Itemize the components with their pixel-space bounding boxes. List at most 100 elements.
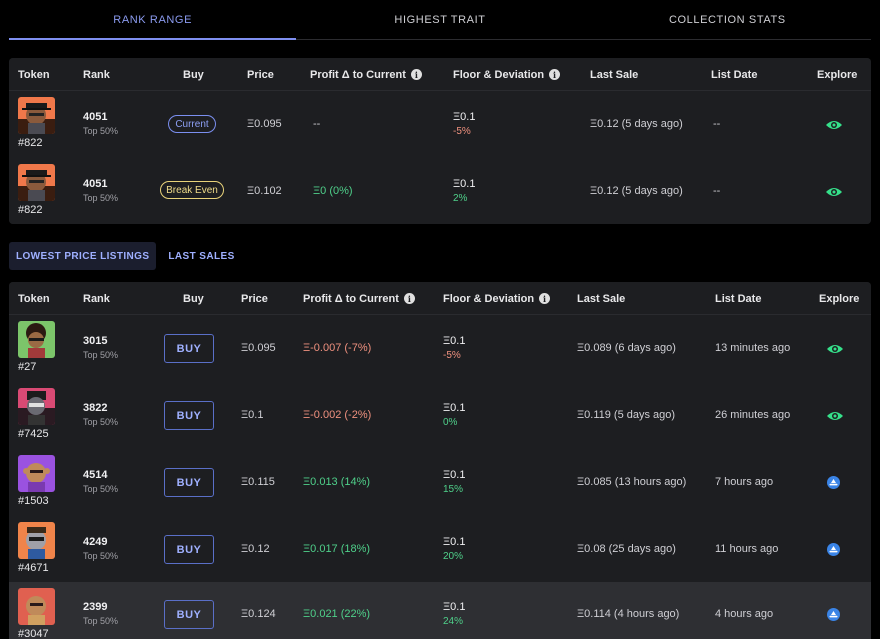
table-row: #4671 4249 Top 50% BUY Ξ0.12 Ξ0.017 (18%… xyxy=(9,516,871,583)
header-buy: Buy xyxy=(183,292,204,305)
buy-button[interactable]: BUY xyxy=(164,468,214,497)
token-thumbnail[interactable] xyxy=(18,388,55,425)
token-id[interactable]: #3047 xyxy=(18,628,49,639)
listing-subtabs: LOWEST PRICE LISTINGS LAST SALES xyxy=(9,242,247,270)
floor-cell: Ξ0.1 24% xyxy=(443,601,465,627)
floor-deviation: 2% xyxy=(453,193,468,204)
list-date-value: -- xyxy=(713,118,721,130)
header-list-date: List Date xyxy=(711,68,758,81)
last-sale-value: Ξ0.085 (13 hours ago) xyxy=(577,476,687,488)
header-explore: Explore xyxy=(819,292,860,305)
profit-value: Ξ0 (0%) xyxy=(313,185,353,197)
floor-value: Ξ0.1 xyxy=(443,402,466,414)
eye-icon[interactable] xyxy=(825,186,843,198)
eye-icon[interactable] xyxy=(826,343,844,355)
floor-deviation: -5% xyxy=(443,350,461,361)
token-id[interactable]: #4671 xyxy=(18,562,49,574)
rank-percentile: Top 50% xyxy=(83,350,119,360)
header-list-date: List Date xyxy=(715,292,762,305)
profit-value: Ξ-0.007 (-7%) xyxy=(303,342,372,354)
rank-cell: 3822 Top 50% xyxy=(83,402,118,427)
rank-value: 2399 xyxy=(83,601,108,613)
rank-cell: 4514 Top 50% xyxy=(83,469,118,494)
info-icon[interactable]: i xyxy=(539,293,551,304)
floor-value: Ξ0.1 xyxy=(443,335,466,347)
token-id[interactable]: #822 xyxy=(18,204,42,216)
rank-range-table: Token Rank Buy Price Profit Δ to Current… xyxy=(9,58,871,224)
price-value: Ξ0.1 xyxy=(241,409,264,421)
tab-collection-stats[interactable]: COLLECTION STATS xyxy=(584,0,871,39)
rank-percentile: Top 50% xyxy=(83,616,119,626)
rank-percentile: Top 50% xyxy=(83,417,119,427)
list-date-value: 26 minutes ago xyxy=(715,409,791,421)
token-id[interactable]: #822 xyxy=(18,137,42,149)
table-row: #3047 2399 Top 50% BUY Ξ0.124 Ξ0.021 (22… xyxy=(9,582,871,639)
header-rank: Rank xyxy=(83,292,110,305)
list-date-value: 4 hours ago xyxy=(715,608,774,620)
profit-value: Ξ-0.002 (-2%) xyxy=(303,409,372,421)
buy-button[interactable]: BUY xyxy=(164,401,214,430)
table-row: #822 4051 Top 50% Current Ξ0.095 -- Ξ0.1… xyxy=(9,91,871,158)
tab-last-sales[interactable]: LAST SALES xyxy=(161,242,241,270)
token-id[interactable]: #7425 xyxy=(18,428,49,440)
token-thumbnail[interactable] xyxy=(18,522,55,559)
list-date-value: 7 hours ago xyxy=(715,476,774,488)
rank-value: 4051 xyxy=(83,111,108,123)
header-last-sale: Last Sale xyxy=(577,292,626,305)
header-price: Price xyxy=(247,68,274,81)
token-thumbnail[interactable] xyxy=(18,588,55,625)
rank-percentile: Top 50% xyxy=(83,484,119,494)
floor-value: Ξ0.1 xyxy=(443,536,466,548)
info-icon[interactable]: i xyxy=(410,69,422,80)
floor-deviation: -5% xyxy=(453,126,471,137)
token-thumbnail[interactable] xyxy=(18,455,55,492)
marketplace-icon[interactable] xyxy=(827,543,840,556)
rank-cell: 4249 Top 50% xyxy=(83,536,118,561)
token-id[interactable]: #27 xyxy=(18,361,36,373)
token-thumbnail[interactable] xyxy=(18,164,55,201)
profit-value: Ξ0.013 (14%) xyxy=(303,476,371,488)
floor-value: Ξ0.1 xyxy=(443,601,466,613)
floor-cell: Ξ0.1 0% xyxy=(443,402,465,428)
table-row: #1503 4514 Top 50% BUY Ξ0.115 Ξ0.013 (14… xyxy=(9,449,871,516)
rank-cell: 4051 Top 50% xyxy=(83,178,118,203)
info-icon[interactable]: i xyxy=(549,69,561,80)
last-sale-value: Ξ0.08 (25 days ago) xyxy=(577,543,676,555)
rank-percentile: Top 50% xyxy=(83,126,119,136)
info-icon[interactable]: i xyxy=(403,293,415,304)
list-date-value: 11 hours ago xyxy=(715,543,779,555)
eye-icon[interactable] xyxy=(826,410,844,422)
header-profit: Profit Δ to Current i xyxy=(303,282,415,315)
table-row: #27 3015 Top 50% BUY Ξ0.095 Ξ-0.007 (-7%… xyxy=(9,315,871,382)
profit-value: Ξ0.021 (22%) xyxy=(303,608,371,620)
marketplace-icon[interactable] xyxy=(827,608,840,621)
break-even-badge[interactable]: Break Even xyxy=(160,181,224,199)
price-value: Ξ0.095 xyxy=(247,118,282,130)
floor-deviation: 24% xyxy=(443,616,464,627)
header-profit-label: Profit Δ to Current xyxy=(310,68,406,81)
token-thumbnail[interactable] xyxy=(18,97,55,134)
floor-deviation: 0% xyxy=(443,417,458,428)
token-id[interactable]: #1503 xyxy=(18,495,49,507)
tab-highest-trait[interactable]: HIGHEST TRAIT xyxy=(296,0,583,39)
table-header: Token Rank Buy Price Profit Δ to Current… xyxy=(9,282,871,315)
listings-table: Token Rank Buy Price Profit Δ to Current… xyxy=(9,282,871,639)
marketplace-icon[interactable] xyxy=(827,476,840,489)
rank-cell: 3015 Top 50% xyxy=(83,335,118,360)
header-floor-label: Floor & Deviation xyxy=(443,292,535,305)
header-profit: Profit Δ to Current i xyxy=(310,58,422,91)
buy-button[interactable]: BUY xyxy=(164,535,214,564)
current-badge[interactable]: Current xyxy=(168,115,216,133)
tab-lowest-price-listings[interactable]: LOWEST PRICE LISTINGS xyxy=(9,242,157,270)
rank-cell: 4051 Top 50% xyxy=(83,111,118,136)
token-thumbnail[interactable] xyxy=(18,321,55,358)
view-tabs: RANK RANGE HIGHEST TRAIT COLLECTION STAT… xyxy=(9,0,871,40)
floor-cell: Ξ0.1 2% xyxy=(453,178,475,204)
buy-button[interactable]: BUY xyxy=(164,600,214,629)
tab-rank-range[interactable]: RANK RANGE xyxy=(9,0,297,40)
floor-cell: Ξ0.1 -5% xyxy=(443,335,465,361)
table-row: #7425 3822 Top 50% BUY Ξ0.1 Ξ-0.002 (-2%… xyxy=(9,382,871,449)
last-sale-value: Ξ0.089 (6 days ago) xyxy=(577,342,676,354)
eye-icon[interactable] xyxy=(825,119,843,131)
buy-button[interactable]: BUY xyxy=(164,334,214,363)
